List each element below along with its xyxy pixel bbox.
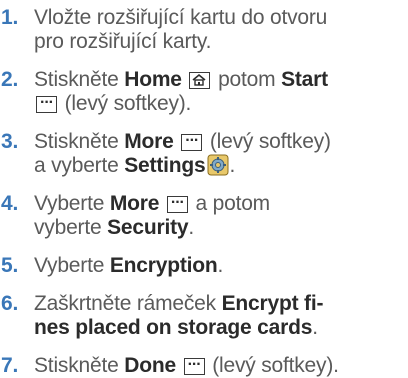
step-text: Stiskněte: [34, 130, 119, 153]
step-number: 6.: [1, 292, 19, 315]
step-text: vyberte: [34, 216, 102, 239]
home-key-label: Home: [124, 68, 182, 91]
home-icon: [189, 72, 211, 89]
step-3: 3. Stiskněte More (levý softkey) a vyber…: [0, 129, 408, 178]
step-text: a potom: [195, 192, 271, 215]
encrypt-option-label: Encrypt fi-: [221, 292, 324, 315]
step-4: 4. Vyberte More a potom vyberte Security…: [0, 191, 408, 240]
step-text: Vyberte: [34, 192, 105, 215]
step-text: (levý softkey): [209, 130, 331, 153]
step-text: Vyberte: [34, 254, 105, 277]
softkey-dots-icon: [166, 191, 188, 215]
step-text: .: [229, 154, 236, 177]
step-2: 2. Stiskněte Home potom Start (levý soft…: [0, 68, 408, 116]
step-text: .: [217, 254, 224, 277]
encrypt-option-label-cont: nes placed on storage cards: [34, 316, 313, 339]
more-label: More: [124, 130, 174, 153]
step-number: 5.: [1, 254, 19, 277]
step-text: pro rozšiřující karty.: [34, 30, 212, 53]
step-text: (levý softkey).: [64, 92, 192, 115]
step-number: 7.: [1, 354, 19, 377]
step-number: 3.: [1, 130, 19, 153]
more-label: More: [109, 192, 160, 215]
step-text: potom: [218, 68, 276, 91]
step-number: 2.: [1, 68, 19, 91]
softkey-dots-icon: [36, 91, 57, 115]
step-text: Zaškrtněte rámeček: [34, 292, 216, 315]
encryption-label: Encryption: [109, 254, 218, 277]
softkey-dots-icon: [181, 129, 203, 153]
settings-icon: [207, 154, 229, 176]
start-key-label: Start: [281, 68, 328, 91]
done-label: Done: [124, 354, 176, 377]
softkey-dots-icon: [183, 353, 205, 377]
step-text: .: [188, 216, 195, 239]
step-7: 7. Stiskněte Done (levý softkey).: [0, 353, 408, 378]
step-number: 4.: [1, 192, 19, 215]
step-number: 1.: [1, 6, 19, 29]
step-text: Stiskněte: [34, 354, 119, 377]
instruction-steps: 1. Vložte rozšiřující kartu do otvoru pr…: [0, 6, 408, 378]
settings-label: Settings: [124, 154, 206, 177]
step-text: (levý softkey).: [212, 354, 339, 377]
security-label: Security: [107, 216, 189, 239]
step-6: 6. Zaškrtněte rámeček Encrypt fi- nes pl…: [0, 292, 408, 340]
step-5: 5. Vyberte Encryption.: [0, 254, 408, 278]
step-text: a vyberte: [34, 154, 119, 177]
step-1: 1. Vložte rozšiřující kartu do otvoru pr…: [0, 6, 408, 54]
step-text: .: [312, 316, 318, 339]
step-text: Vložte rozšiřující kartu do otvoru: [34, 6, 328, 29]
step-text: Stiskněte: [34, 68, 119, 91]
